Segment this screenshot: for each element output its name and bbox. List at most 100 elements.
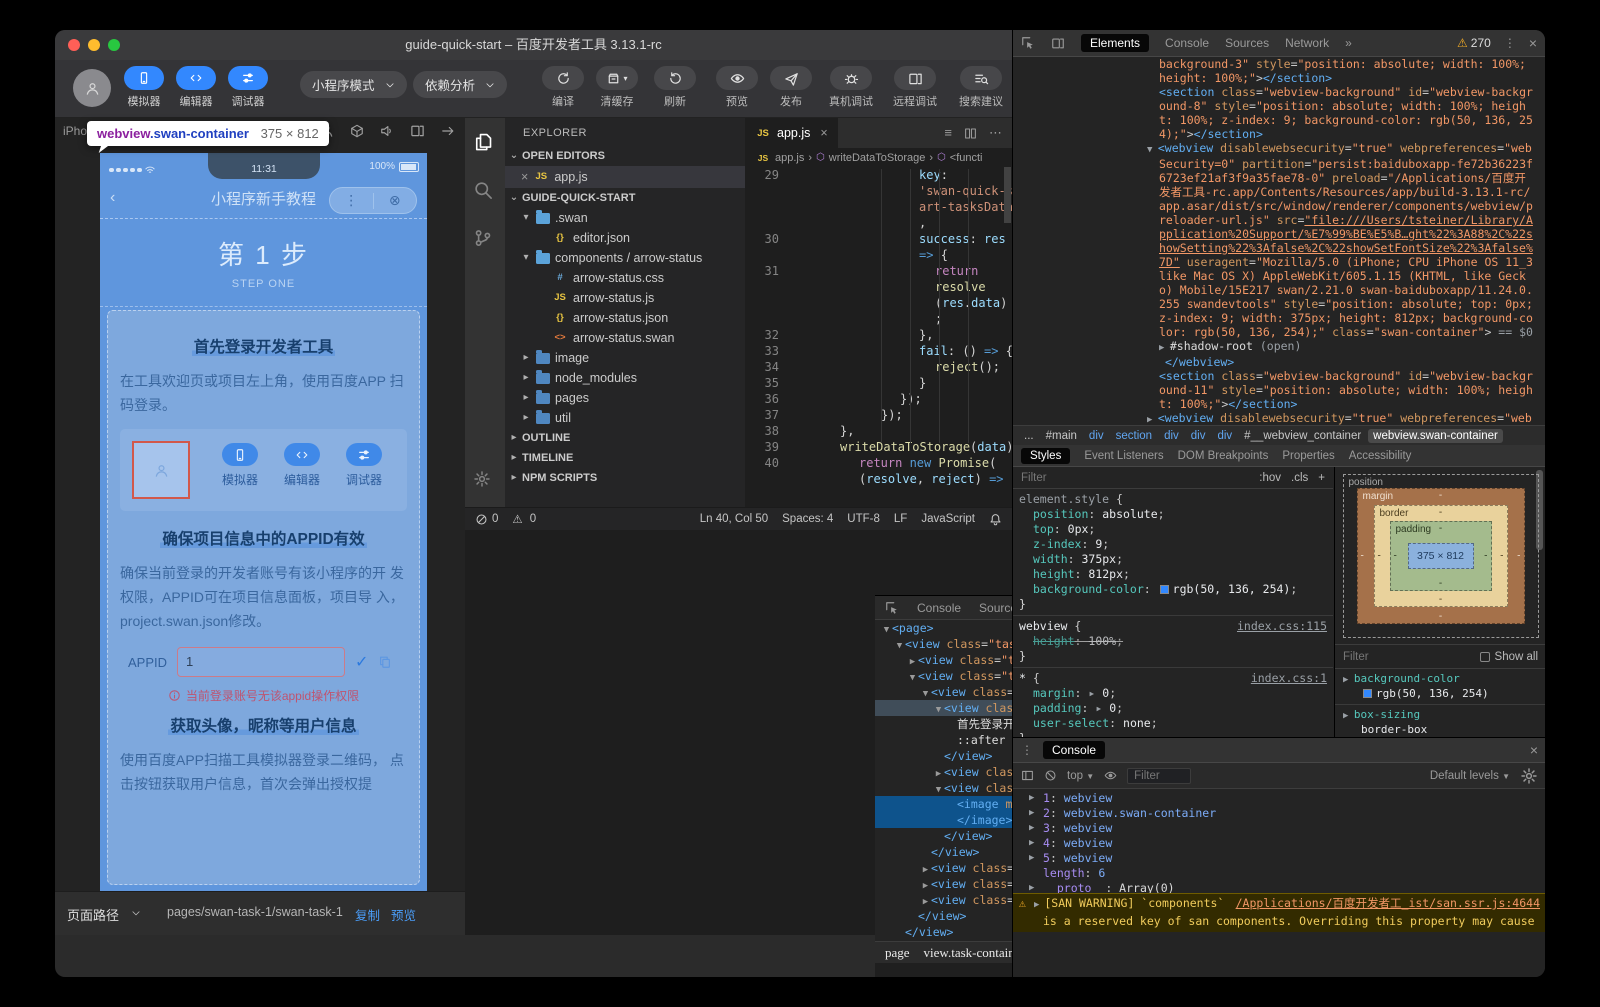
console-filter-input[interactable]: Filter (1127, 768, 1191, 784)
appid-input[interactable]: 1 (177, 647, 345, 677)
breadcrumb-item[interactable]: div (1212, 429, 1237, 443)
device-icon[interactable] (410, 123, 425, 138)
breadcrumb-item[interactable]: view.task-container (924, 945, 1025, 961)
expand-arrow-icon[interactable]: ▼ (907, 670, 918, 686)
expand-arrow-icon[interactable]: ▶ (1029, 821, 1034, 836)
project-section[interactable]: ⌄GUIDE-QUICK-START (505, 188, 745, 208)
breadcrumb-item[interactable]: webview.swan-container (1368, 429, 1503, 443)
code-line[interactable]: 36}); (745, 391, 1012, 407)
expand-arrow-icon[interactable]: ▶ (1159, 343, 1170, 353)
language-mode[interactable]: JavaScript (921, 513, 975, 525)
split-editor-icon[interactable] (964, 125, 977, 141)
more-options-icon[interactable]: ⋮ (1504, 36, 1516, 50)
show-all-checkbox[interactable] (1480, 652, 1490, 662)
console-row[interactable]: ▶3: webview (1013, 821, 1545, 836)
console-row[interactable]: ▶4: webview (1013, 836, 1545, 851)
close-window-button[interactable] (68, 39, 80, 51)
code-line[interactable]: 'swan-quick-st (745, 183, 1012, 199)
indentation[interactable]: Spaces: 4 (782, 513, 833, 525)
dropdown-1[interactable]: 小程序模式 (300, 71, 407, 98)
expand-arrow-icon[interactable]: ▼ (933, 702, 944, 718)
action-远程调试[interactable]: 远程调试 (885, 66, 945, 109)
element-line[interactable]: <section class="webview-background" id="… (1013, 369, 1545, 411)
expand-arrow-icon[interactable]: ▶ (1029, 836, 1034, 851)
code-line[interactable]: 30success: res (745, 231, 1012, 247)
breadcrumb-item[interactable]: page (885, 945, 910, 961)
more-icon[interactable]: ⋮ (330, 192, 373, 209)
sidebar-tab-properties[interactable]: Properties (1282, 450, 1334, 462)
file-tree-item[interactable]: JSarrow-status.js (505, 288, 745, 308)
file-tree-item[interactable]: <>arrow-status.swan (505, 328, 745, 348)
style-property[interactable]: width: 375px; (1019, 552, 1327, 567)
file-tree-item[interactable]: {}arrow-status.json (505, 308, 745, 328)
breadcrumb-item[interactable]: div (1186, 429, 1211, 443)
code-line[interactable]: 39writeDataToStorage(data) { (745, 439, 1012, 455)
file-tree-item[interactable]: ▾components / arrow-status (505, 248, 745, 268)
breadcrumb-item[interactable]: #main (1041, 429, 1082, 443)
file-tree-item[interactable]: ▸image (505, 348, 745, 368)
code-line[interactable]: 35} (745, 375, 1012, 391)
expand-arrow-icon[interactable]: ▶ (1147, 415, 1158, 425)
eol[interactable]: LF (894, 513, 907, 525)
console-sidebar-icon[interactable] (1021, 769, 1034, 782)
open-editor-item[interactable]: × JS app.js (505, 166, 745, 188)
style-property[interactable]: top: 0px; (1019, 522, 1327, 537)
sidebar-tab-dom-breakpoints[interactable]: DOM Breakpoints (1178, 450, 1269, 462)
file-tree-item[interactable]: ▸node_modules (505, 368, 745, 388)
file-tree-item[interactable]: #arrow-status.css (505, 268, 745, 288)
minimize-window-button[interactable] (88, 39, 100, 51)
hov-toggle[interactable]: :hov (1259, 472, 1281, 484)
search-icon[interactable] (473, 180, 493, 200)
code-area[interactable]: 29key:'swan-quick-start-tasksData',30suc… (745, 167, 1012, 485)
toggle-list-icon[interactable]: ≡ (944, 125, 952, 141)
style-property[interactable]: user-select: none; (1019, 716, 1327, 731)
dropdown-2[interactable]: 依赖分析 (413, 71, 507, 98)
expand-arrow-icon[interactable]: ▼ (881, 622, 892, 638)
toolbar-模拟器[interactable]: 模拟器 (117, 66, 171, 109)
drag-handle-icon[interactable]: ⋮ (1021, 743, 1033, 757)
computed-property[interactable]: ▶ box-sizingborder-box (1335, 705, 1545, 737)
action-搜索建议[interactable]: 搜索建议 (951, 66, 1011, 109)
live-expression-icon[interactable] (1104, 769, 1117, 782)
breadcrumb-item[interactable]: div (1159, 429, 1184, 443)
element-line[interactable]: <section class="webview-background" id="… (1013, 85, 1545, 141)
style-property[interactable]: height: 812px; (1019, 567, 1327, 582)
breadcrumb-item[interactable]: writeDataToStorage (829, 152, 926, 164)
preview-path-button[interactable]: 预览 (391, 905, 416, 924)
toolbar-编辑器[interactable]: 编辑器 (169, 66, 223, 109)
copy-path-button[interactable]: 复制 (355, 905, 380, 924)
sidebar-panel-OUTLINE[interactable]: ▸OUTLINE (505, 428, 745, 448)
tab-console[interactable]: Console (1043, 741, 1105, 759)
console-settings-icon[interactable] (1520, 767, 1538, 785)
rule-selector[interactable]: index.css:1* { (1019, 671, 1327, 686)
stylesheet-link[interactable]: index.css:115 (1237, 619, 1327, 634)
gear-icon[interactable] (473, 470, 491, 488)
file-tree-item[interactable]: ▸pages (505, 388, 745, 408)
levels-selector[interactable]: Default levels ▼ (1430, 770, 1510, 782)
code-line[interactable]: (resolve, reject) => { (745, 471, 1012, 485)
action-发布[interactable]: 发布 (761, 66, 821, 109)
speaker-icon[interactable] (380, 123, 394, 138)
clear-console-icon[interactable] (1044, 769, 1057, 782)
style-property[interactable]: position: absolute; (1019, 507, 1327, 522)
explorer-icon[interactable] (473, 132, 493, 152)
file-tree-item[interactable]: ▸util (505, 408, 745, 428)
sidebar-tab-accessibility[interactable]: Accessibility (1349, 450, 1412, 462)
console-row[interactable]: length: 6 (1013, 866, 1545, 881)
sidebar-panel-TIMELINE[interactable]: ▸TIMELINE (505, 448, 745, 468)
rule-selector[interactable]: element.style { (1019, 492, 1327, 507)
style-property[interactable]: padding: ▸ 0; (1019, 701, 1327, 716)
editor-scrollbar[interactable] (1004, 167, 1011, 223)
encoding[interactable]: UTF-8 (847, 513, 880, 525)
expand-arrow-icon[interactable]: ▼ (920, 686, 931, 702)
tab-appjs[interactable]: JS app.js × (745, 118, 838, 148)
element-line[interactable]: background-3" style="position: absolute;… (1013, 57, 1545, 85)
cls-toggle[interactable]: .cls (1291, 472, 1308, 484)
inspect-icon[interactable] (885, 601, 899, 615)
new-rule-button[interactable]: + (1318, 472, 1325, 484)
style-property[interactable]: margin: ▸ 0; (1019, 686, 1327, 701)
sidebar-tab-event-listeners[interactable]: Event Listeners (1084, 450, 1163, 462)
code-line[interactable]: 37}); (745, 407, 1012, 423)
more-actions-icon[interactable]: ⋯ (989, 125, 1002, 141)
action-编译[interactable]: 编译 (533, 66, 593, 109)
